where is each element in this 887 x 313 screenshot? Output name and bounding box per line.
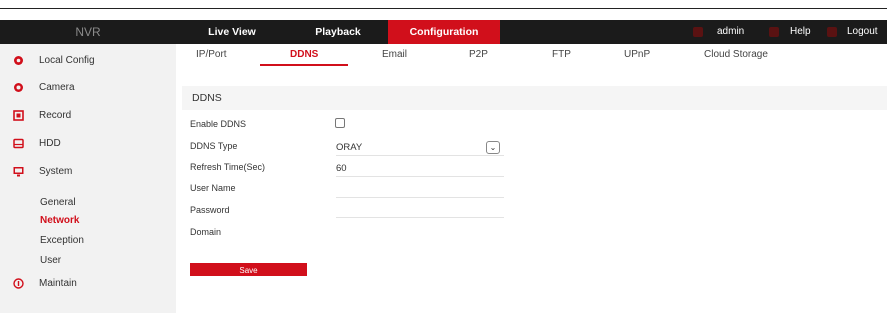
sidebar-item-camera[interactable]: Camera [0,74,176,101]
refresh-time-underline [336,176,504,177]
subtab-ddns[interactable]: DDNS [290,49,318,60]
subtab-ftp[interactable]: FTP [552,49,571,60]
sidebar-item-label: Camera [39,82,75,93]
refresh-time-input[interactable]: 60 [336,163,347,174]
sidebar-item-label: System [39,166,73,177]
subtab-ip-port[interactable]: IP/Port [196,49,227,60]
section-title: DDNS [192,92,222,104]
user-name[interactable]: admin [717,20,744,44]
sidebar-item-label: Record [39,110,72,121]
settings-icon [14,56,23,65]
nav-tab-configuration[interactable]: Configuration [388,20,500,44]
sidebar-item-maintain[interactable]: Maintain [0,270,176,297]
nav-tab-playback[interactable]: Playback [288,20,388,44]
top-navbar: NVR Live View Playback Configuration adm… [0,20,887,44]
logout-link[interactable]: Logout [847,20,878,44]
maintain-icon [13,278,24,289]
nav-tab-live-view[interactable]: Live View [176,20,288,44]
subtab-p2p[interactable]: P2P [469,49,488,60]
ddns-type-label: DDNS Type [190,141,238,151]
sidebar-item-hdd[interactable]: HDD [0,130,176,157]
top-border [0,0,887,9]
record-icon [13,110,24,121]
enable-ddns-label: Enable DDNS [190,119,247,129]
refresh-time-label: Refresh Time(Sec) [190,162,266,172]
user-icon [693,27,703,37]
save-button[interactable]: Save [190,263,307,276]
sidebar: Local Config Camera Record HDD System Ge… [0,44,176,313]
sidebar-item-record[interactable]: Record [0,102,176,129]
password-input[interactable] [336,217,504,218]
monitor-icon [13,167,24,177]
sidebar-item-system[interactable]: System [0,158,176,185]
password-label: Password [190,205,230,215]
app-logo: NVR [75,25,101,39]
logout-icon [827,27,837,37]
subtab-email[interactable]: Email [382,49,407,60]
section-header-bar [182,86,887,110]
help-icon [769,27,779,37]
sidebar-item-label: Local Config [39,55,95,66]
ddns-type-select[interactable]: ORAY [336,142,362,153]
active-tab-underline [260,64,348,66]
enable-ddns-checkbox[interactable] [335,118,345,128]
subtab-upnp[interactable]: UPnP [624,49,650,60]
sidebar-item-label: Maintain [39,278,77,289]
sidebar-item-local-config[interactable]: Local Config [0,47,176,74]
hdd-icon [13,138,24,149]
sidebar-subitem-user[interactable]: User [40,255,61,266]
username-input[interactable] [336,197,504,198]
chevron-down-icon[interactable]: ⌄ [486,141,500,154]
help-link[interactable]: Help [790,20,811,44]
camera-icon [14,83,23,92]
username-label: User Name [190,183,236,193]
sidebar-subitem-general[interactable]: General [40,197,76,208]
domain-label: Domain [190,227,222,237]
sidebar-item-label: HDD [39,138,61,149]
sidebar-subitem-exception[interactable]: Exception [40,235,84,246]
subtab-cloud-storage[interactable]: Cloud Storage [704,49,768,60]
ddns-type-underline [336,155,504,156]
sidebar-subitem-network[interactable]: Network [40,215,79,226]
